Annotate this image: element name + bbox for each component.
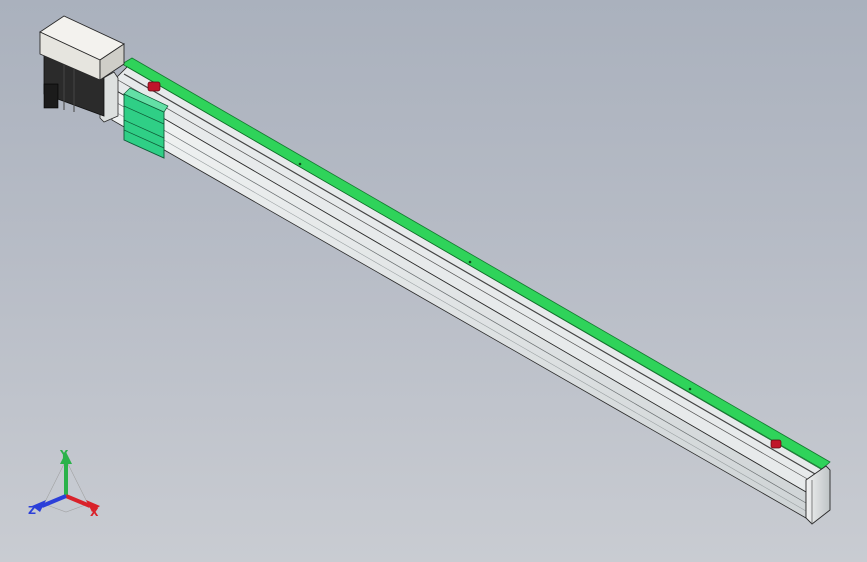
linear-module-model[interactable] [0,0,867,562]
x-axis-label: X [90,506,99,519]
y-axis-label: Y [59,448,69,461]
view-orientation-triad[interactable]: Y X Z [24,446,108,526]
z-axis-label: Z [28,504,36,517]
rail-body[interactable] [107,61,829,519]
limit-sensor-end[interactable] [770,439,782,449]
model-viewport[interactable]: Y X Z [0,0,867,562]
limit-sensor-start[interactable] [147,81,161,92]
rack-strip[interactable] [121,57,831,472]
